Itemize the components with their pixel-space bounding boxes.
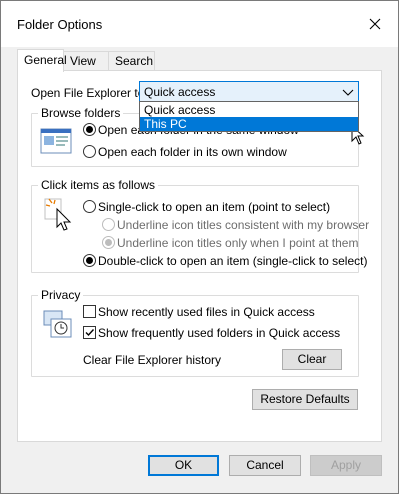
- frequent-folders-label: Show frequently used folders in Quick ac…: [98, 326, 341, 340]
- cancel-button[interactable]: Cancel: [229, 455, 301, 476]
- clear-history-label: Clear File Explorer history: [83, 353, 222, 367]
- browse-folders-icon: [40, 128, 72, 154]
- tab-search[interactable]: Search: [108, 51, 155, 71]
- restore-defaults-button[interactable]: Restore Defaults: [252, 389, 358, 410]
- tab-view-label: View: [70, 54, 96, 68]
- dropdown-option-quick-access[interactable]: Quick access: [140, 103, 358, 117]
- privacy-icon: [43, 310, 72, 338]
- title-bar: Folder Options: [1, 1, 398, 47]
- chevron-down-icon: [342, 89, 354, 96]
- underline-consistent-label: Underline icon titles consistent with my…: [117, 218, 370, 232]
- own-window-label: Open each folder in its own window: [98, 145, 287, 159]
- open-explorer-select[interactable]: Quick access: [139, 81, 359, 102]
- clear-history-button[interactable]: Clear: [282, 349, 342, 370]
- radio-single-click[interactable]: [83, 200, 96, 213]
- tab-general-label: General: [24, 53, 67, 67]
- checkbox-frequent-folders[interactable]: [83, 326, 96, 339]
- radio-underline-point[interactable]: [102, 236, 115, 249]
- close-button[interactable]: [352, 1, 398, 47]
- window-title: Folder Options: [17, 17, 103, 32]
- tab-search-label: Search: [115, 54, 154, 68]
- radio-underline-consistent[interactable]: [102, 218, 115, 231]
- close-icon: [369, 18, 381, 30]
- privacy-title: Privacy: [38, 288, 84, 302]
- open-explorer-value: Quick access: [144, 85, 216, 99]
- cursor-click-icon: [44, 198, 72, 231]
- open-explorer-dropdown: Quick access This PC: [139, 101, 359, 132]
- radio-same-window[interactable]: [83, 123, 96, 136]
- double-click-label: Double-click to open an item (single-cli…: [98, 254, 368, 268]
- tab-view[interactable]: View: [63, 51, 109, 71]
- dropdown-option-this-pc[interactable]: This PC: [140, 117, 358, 131]
- ok-button[interactable]: OK: [148, 455, 219, 476]
- click-items-title: Click items as follows: [38, 178, 159, 192]
- underline-point-label: Underline icon titles only when I point …: [117, 236, 359, 250]
- checkbox-recent-files[interactable]: [83, 305, 96, 318]
- open-explorer-label: Open File Explorer to:: [31, 86, 148, 100]
- checkmark-icon: [85, 329, 95, 337]
- tab-general[interactable]: General: [17, 49, 67, 72]
- radio-double-click[interactable]: [83, 254, 96, 267]
- single-click-label: Single-click to open an item (point to s…: [98, 200, 331, 214]
- apply-button[interactable]: Apply: [310, 455, 382, 476]
- recent-files-label: Show recently used files in Quick access: [98, 305, 315, 319]
- folder-options-dialog: Folder Options General View Search Open …: [0, 0, 399, 494]
- browse-folders-title: Browse folders: [38, 106, 124, 120]
- radio-own-window[interactable]: [83, 145, 96, 158]
